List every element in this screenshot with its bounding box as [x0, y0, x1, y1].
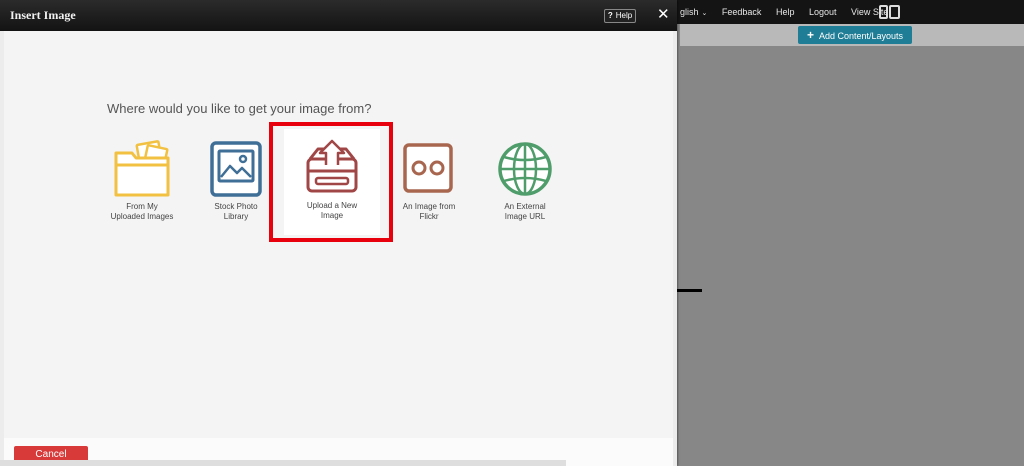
language-selector[interactable]: glish	[680, 7, 699, 17]
canvas-divider	[676, 289, 702, 292]
nav-logout[interactable]: Logout	[809, 7, 837, 17]
option-label: An External Image URL	[504, 202, 546, 221]
picture-frame-icon	[210, 141, 262, 197]
nav-help[interactable]: Help	[776, 7, 795, 17]
flickr-icon	[403, 143, 453, 193]
help-button[interactable]: ? Help	[604, 9, 636, 23]
option-label: From My Uploaded Images	[110, 202, 174, 221]
globe-icon	[498, 142, 552, 196]
folder-images-icon	[114, 140, 170, 197]
plus-icon: +	[806, 28, 814, 42]
option-flickr[interactable]: An Image from Flickr	[383, 131, 475, 235]
dialog-body: Where would you like to get your image f…	[4, 31, 673, 438]
source-prompt: Where would you like to get your image f…	[107, 101, 372, 116]
add-content-button[interactable]: + Add Content/Layouts	[798, 26, 912, 44]
close-icon[interactable]: ✕	[657, 6, 670, 24]
mobile-view-icon[interactable]	[889, 5, 900, 19]
option-label: An Image from Flickr	[402, 202, 456, 221]
insert-image-dialog: Insert Image ? Help ✕ Where would you lik…	[0, 0, 677, 466]
site-nav: glish ⌄ Feedback Help Logout View Site	[680, 0, 900, 24]
selection-highlight-box	[269, 122, 393, 242]
dialog-header: Insert Image ? Help ✕	[0, 0, 677, 31]
option-my-uploaded-images[interactable]: From My Uploaded Images	[96, 131, 188, 235]
chevron-down-icon: ⌄	[701, 10, 708, 17]
dialog-title: Insert Image	[10, 8, 76, 22]
tablet-view-icon[interactable]	[879, 5, 888, 19]
nav-feedback[interactable]: Feedback	[722, 7, 762, 17]
question-icon: ?	[607, 11, 613, 20]
option-external-url[interactable]: An External Image URL	[479, 131, 571, 235]
browser-status-bar	[0, 460, 566, 466]
